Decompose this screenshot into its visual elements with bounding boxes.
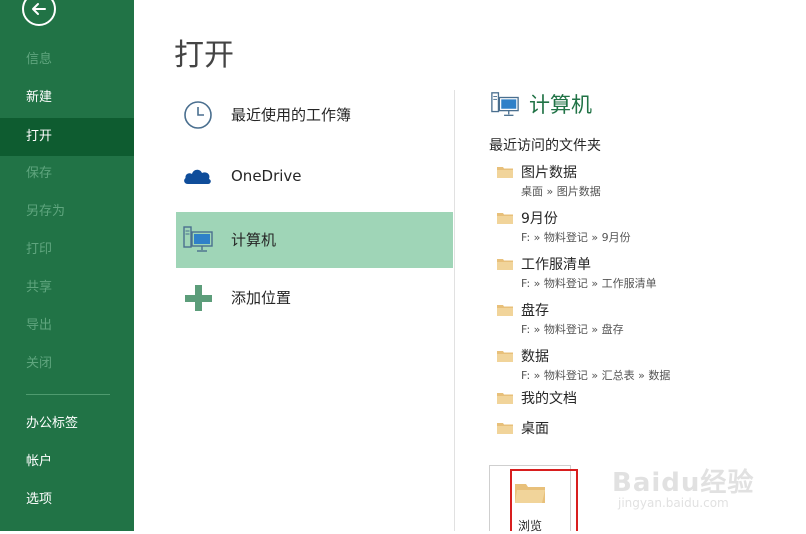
nav-options[interactable]: 选项 [0, 481, 134, 519]
place-add-location[interactable]: 添加位置 [176, 270, 453, 326]
nav-open[interactable]: 打开 [0, 118, 134, 156]
back-arrow-icon [32, 3, 46, 15]
folder-icon [497, 167, 513, 178]
nav-save[interactable]: 保存 [0, 155, 134, 193]
computer-icon [183, 226, 213, 252]
watermark-logo: Baidu经验 [612, 468, 755, 498]
back-button[interactable] [22, 0, 56, 26]
place-label: 添加位置 [231, 289, 292, 307]
onedrive-cloud-icon [184, 169, 211, 184]
recent-folders-header: 最近访问的文件夹 [489, 138, 601, 154]
place-label: 最近使用的工作簿 [231, 106, 352, 124]
nav-export[interactable]: 导出 [0, 307, 134, 345]
panel-title: 计算机 [529, 93, 592, 117]
folder-name: 图片数据 [521, 165, 577, 181]
folder-name: 桌面 [521, 421, 549, 437]
folder-name: 工作服清单 [521, 257, 591, 273]
baidu-watermark: Baidu经验 jingyan.baidu.com [612, 462, 755, 510]
nav-new[interactable]: 新建 [0, 79, 134, 117]
folder-path: 桌面 » 图片数据 [521, 185, 601, 198]
folder-icon [497, 305, 513, 316]
page-title: 打开 [174, 38, 234, 73]
browse-label: 浏览 [518, 519, 543, 533]
place-computer[interactable]: 计算机 [176, 212, 453, 268]
folder-path: F: » 物料登记 » 工作服清单 [521, 277, 657, 290]
nav-account[interactable]: 帐户 [0, 443, 134, 481]
browse-folder-icon [515, 484, 545, 503]
folder-path: F: » 物料登记 » 9月份 [521, 231, 631, 244]
folder-icon [497, 351, 513, 362]
nav-save-as[interactable]: 另存为 [0, 193, 134, 231]
folder-path: F: » 物料登记 » 汇总表 » 数据 [521, 369, 671, 382]
folder-name: 盘存 [521, 303, 549, 319]
plus-icon [185, 285, 212, 311]
folder-name: 数据 [521, 349, 549, 365]
clock-icon [184, 101, 212, 129]
nav-print[interactable]: 打印 [0, 231, 134, 269]
folder-icon [497, 259, 513, 270]
nav-info[interactable]: 信息 [0, 41, 134, 79]
backstage-sidebar: 信息 新建 打开 保存 另存为 打印 共享 导出 关闭 办公标签 帐户 选项 [0, 0, 134, 531]
place-onedrive[interactable]: OneDrive [176, 148, 453, 204]
folder-name: 9月份 [521, 211, 558, 227]
computer-icon [491, 92, 519, 116]
folder-path: F: » 物料登记 » 盘存 [521, 323, 624, 336]
watermark-url: jingyan.baidu.com [618, 496, 729, 510]
folder-name: 我的文档 [521, 391, 577, 407]
folder-icon [497, 213, 513, 224]
place-label: OneDrive [231, 167, 302, 185]
folder-icon [497, 423, 513, 434]
nav-share[interactable]: 共享 [0, 269, 134, 307]
panel-divider [454, 90, 455, 531]
place-label: 计算机 [231, 231, 277, 249]
folder-icon [497, 393, 513, 404]
sidebar-divider [26, 394, 110, 395]
place-recent-workbooks[interactable]: 最近使用的工作簿 [176, 87, 453, 143]
nav-office-tab[interactable]: 办公标签 [0, 405, 134, 443]
nav-close[interactable]: 关闭 [0, 345, 134, 383]
